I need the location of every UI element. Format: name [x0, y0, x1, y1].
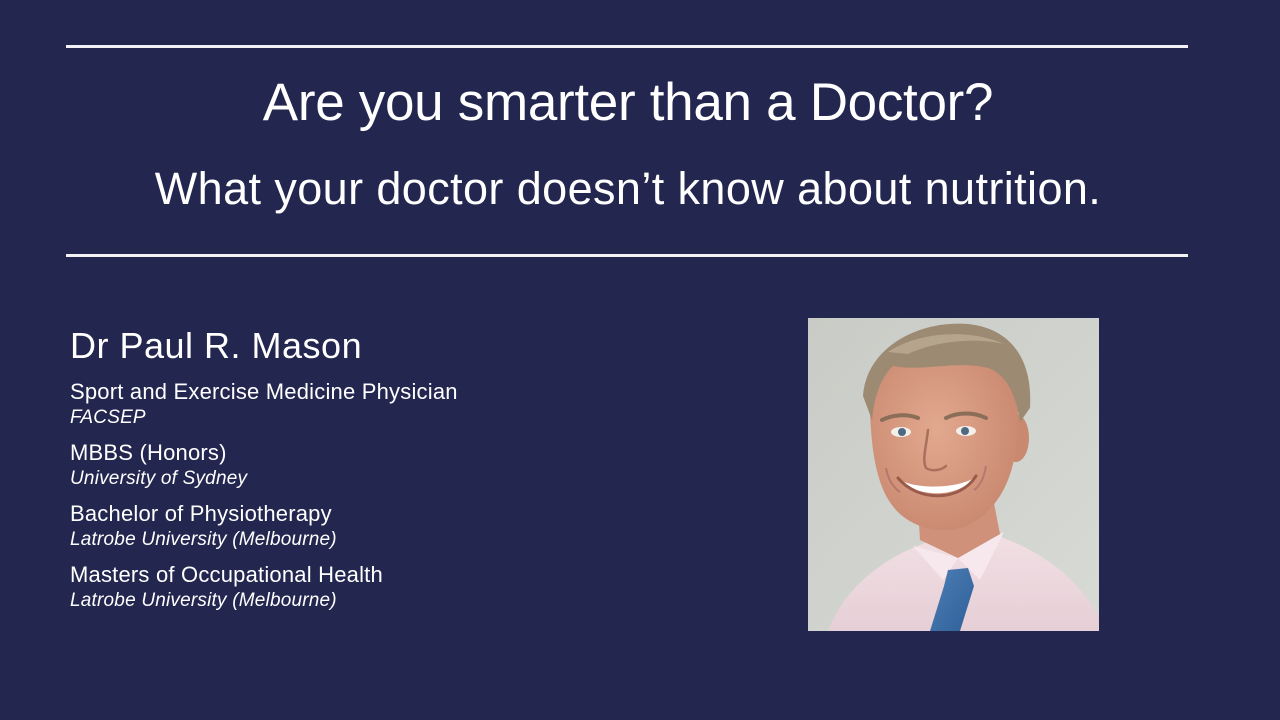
- credential-role: Bachelor of Physiotherapy: [70, 501, 332, 526]
- credential-institution: University of Sydney: [70, 468, 248, 489]
- credential-institution: FACSEP: [70, 407, 146, 428]
- credential-item: MBBS (Honors) University of Sydney: [70, 439, 710, 491]
- credential-role: Masters of Occupational Health: [70, 562, 383, 587]
- credential-institution: Latrobe University (Melbourne): [70, 590, 337, 611]
- presenter-name: Dr Paul R. Mason: [70, 325, 363, 366]
- credential-role: MBBS (Honors): [70, 440, 227, 465]
- credential-role: Sport and Exercise Medicine Physician: [70, 379, 458, 404]
- credential-item: Sport and Exercise Medicine Physician FA…: [70, 378, 710, 430]
- presentation-slide: Are you smarter than a Doctor? What your…: [0, 0, 1280, 720]
- slide-subtitle: What your doctor doesn’t know about nutr…: [154, 163, 1102, 214]
- credential-item: Masters of Occupational Health Latrobe U…: [70, 561, 710, 613]
- slide-title: Are you smarter than a Doctor?: [262, 73, 994, 132]
- bottom-divider: [66, 254, 1188, 257]
- top-divider: [66, 45, 1188, 48]
- credential-item: Bachelor of Physiotherapy Latrobe Univer…: [70, 500, 710, 552]
- credential-institution: Latrobe University (Melbourne): [70, 529, 337, 550]
- presenter-bio: Dr Paul R. Mason Sport and Exercise Medi…: [70, 322, 710, 622]
- presenter-photo: [808, 318, 1099, 631]
